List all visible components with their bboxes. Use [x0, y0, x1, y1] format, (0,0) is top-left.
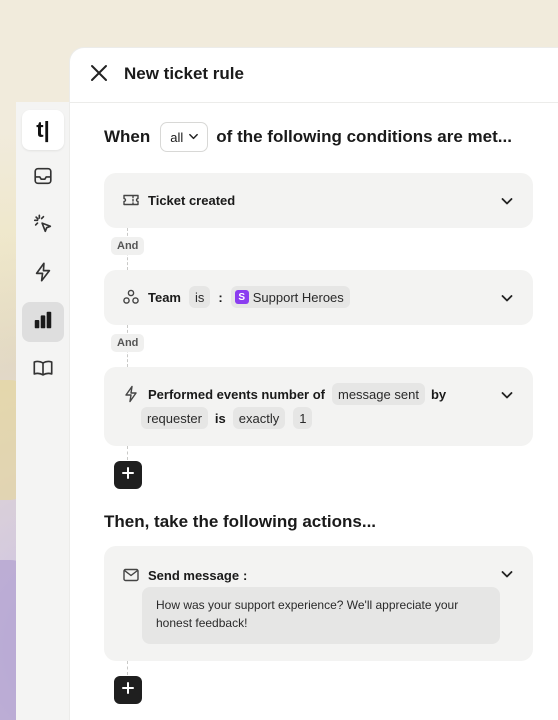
condition-card[interactable]: Team is : S Support Heroes — [104, 270, 533, 325]
match-mode-select[interactable]: all — [160, 122, 209, 152]
sidebar-item-interactions[interactable] — [22, 206, 64, 246]
connector-line — [127, 661, 128, 675]
add-action-button[interactable] — [114, 676, 142, 704]
book-icon — [32, 357, 54, 384]
chevron-down-icon[interactable] — [499, 290, 515, 306]
pointer-click-icon — [32, 213, 54, 240]
ticket-icon — [122, 191, 140, 209]
action-label: Send message — [148, 567, 240, 583]
sidebar-item-automation[interactable] — [22, 254, 64, 294]
event-chip[interactable]: message sent — [332, 383, 425, 405]
sidebar-rail: t| — [16, 102, 73, 720]
sidebar-item-inbox[interactable] — [22, 158, 64, 198]
when-prefix: When — [104, 127, 151, 146]
condition-card[interactable]: Performed events number of message sent … — [104, 367, 533, 446]
and-connector-label: And — [111, 237, 145, 255]
sidebar-item-statistics[interactable] — [22, 302, 64, 342]
by-text: by — [430, 386, 447, 402]
condition-card[interactable]: Ticket created — [104, 173, 533, 228]
plus-icon — [122, 681, 134, 699]
panel-header: New ticket rule — [70, 48, 558, 103]
match-mode-value: all — [170, 129, 184, 145]
page-title: New ticket rule — [124, 64, 244, 83]
actor-chip[interactable]: requester — [141, 407, 208, 429]
condition-label: Performed events number of — [148, 386, 325, 402]
actions-heading: Then, take the following actions... — [104, 512, 377, 531]
bar-chart-icon — [32, 309, 54, 336]
lightning-icon — [122, 385, 140, 403]
team-icon — [122, 288, 140, 306]
chevron-down-icon[interactable] — [499, 387, 515, 403]
message-text-field[interactable]: How was your support experience? We'll a… — [142, 587, 500, 644]
and-connector-label: And — [111, 334, 145, 352]
condition-label: Team — [148, 289, 181, 305]
add-condition-button[interactable] — [114, 461, 142, 489]
inbox-icon — [32, 165, 54, 192]
separator-text: : — [218, 289, 223, 305]
rule-editor-panel: New ticket rule When all of the followin… — [70, 48, 558, 720]
chevron-down-icon[interactable] — [499, 566, 515, 582]
sidebar-item-knowledge[interactable] — [22, 350, 64, 390]
app-logo[interactable]: t| — [22, 110, 64, 150]
lightning-icon — [32, 261, 54, 288]
operator-chip[interactable]: is — [189, 286, 211, 308]
connector-line — [127, 446, 128, 460]
team-value-chip[interactable]: S Support Heroes — [230, 286, 350, 308]
count-chip[interactable]: 1 — [293, 407, 313, 429]
conditions-heading: When all of the following conditions are… — [104, 122, 512, 152]
plus-icon — [122, 466, 134, 484]
chevron-down-icon[interactable] — [499, 193, 515, 209]
close-icon — [90, 64, 108, 87]
condition-label: Ticket created — [148, 192, 236, 208]
action-colon: : — [243, 567, 248, 583]
when-suffix: of the following conditions are met... — [216, 127, 512, 146]
team-value: Support Heroes — [252, 289, 344, 305]
is-text: is — [214, 410, 226, 426]
chevron-down-icon — [188, 130, 199, 145]
action-card[interactable]: Send message : How was your support expe… — [104, 546, 533, 661]
team-badge: S — [234, 290, 249, 304]
match-chip[interactable]: exactly — [232, 407, 286, 429]
close-button[interactable] — [88, 64, 110, 86]
mail-icon — [122, 566, 140, 584]
